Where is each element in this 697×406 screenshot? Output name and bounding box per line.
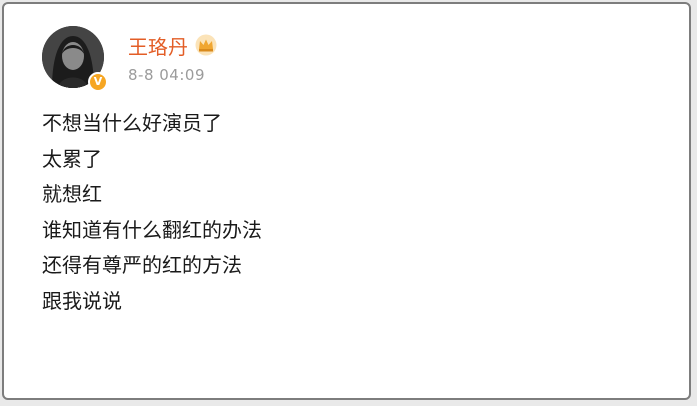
name-row: 王珞丹 <box>128 30 328 60</box>
post-text-line: 还得有尊严的红的方法 <box>42 253 242 277</box>
crown-icon[interactable] <box>194 34 218 56</box>
post-meta: 王珞丹 8-8 04:09 <box>128 30 328 84</box>
post-body: 不想当什么好演员了 太累了 就想红 谁知道有什么翻红的办法 还得有尊严的红的方法… <box>42 106 662 319</box>
weibo-post-card: V 王珞丹 8-8 04:09 不想当什么好演员了 太累了 就想红 谁知道有什么… <box>2 2 691 400</box>
post-text-line: 不想当什么好演员了 <box>42 111 222 135</box>
post-text-line: 跟我说说 <box>42 288 122 313</box>
post-text-line: 太累了 <box>42 146 102 171</box>
post-timestamp[interactable]: 8-8 04:09 <box>128 66 328 84</box>
post-text-line: 就想红 <box>42 182 102 206</box>
username-link[interactable]: 王珞丹 <box>128 31 188 60</box>
verified-badge: V <box>88 72 108 92</box>
post-text-line: 谁知道有什么翻红的办法 <box>42 217 262 242</box>
